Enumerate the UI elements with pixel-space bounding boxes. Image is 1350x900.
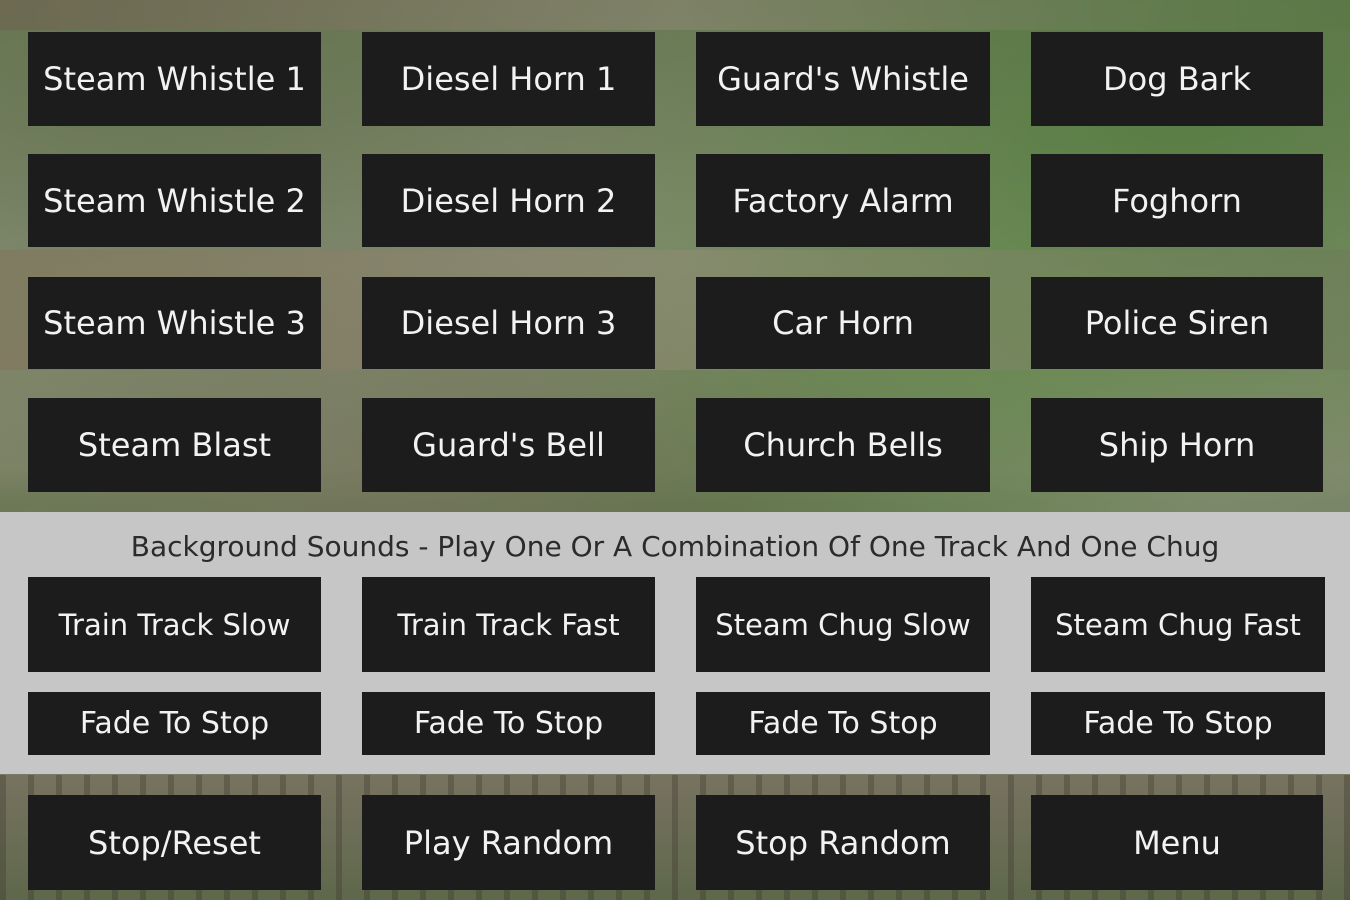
menu-button[interactable]: Menu	[1031, 795, 1323, 890]
guards-whistle-button[interactable]: Guard's Whistle	[696, 32, 990, 126]
background-scenery-roof	[0, 0, 1350, 30]
ship-horn-button[interactable]: Ship Horn	[1031, 398, 1323, 492]
fade-to-stop-button-3[interactable]: Fade To Stop	[696, 692, 990, 755]
train-track-fast-button[interactable]: Train Track Fast	[362, 577, 655, 672]
steam-whistle-3-button[interactable]: Steam Whistle 3	[28, 277, 321, 369]
stop-random-button[interactable]: Stop Random	[696, 795, 990, 890]
steam-whistle-1-button[interactable]: Steam Whistle 1	[28, 32, 321, 126]
car-horn-button[interactable]: Car Horn	[696, 277, 990, 369]
soundboard-screen: Steam Whistle 1 Diesel Horn 1 Guard's Wh…	[0, 0, 1350, 900]
fade-to-stop-button-4[interactable]: Fade To Stop	[1031, 692, 1325, 755]
train-track-slow-button[interactable]: Train Track Slow	[28, 577, 321, 672]
steam-chug-slow-button[interactable]: Steam Chug Slow	[696, 577, 990, 672]
police-siren-button[interactable]: Police Siren	[1031, 277, 1323, 369]
fade-to-stop-button-1[interactable]: Fade To Stop	[28, 692, 321, 755]
steam-blast-button[interactable]: Steam Blast	[28, 398, 321, 492]
background-sounds-title: Background Sounds - Play One Or A Combin…	[130, 529, 1220, 563]
steam-whistle-2-button[interactable]: Steam Whistle 2	[28, 154, 321, 247]
play-random-button[interactable]: Play Random	[362, 795, 655, 890]
diesel-horn-1-button[interactable]: Diesel Horn 1	[362, 32, 655, 126]
guards-bell-button[interactable]: Guard's Bell	[362, 398, 655, 492]
stop-reset-button[interactable]: Stop/Reset	[28, 795, 321, 890]
dog-bark-button[interactable]: Dog Bark	[1031, 32, 1323, 126]
diesel-horn-3-button[interactable]: Diesel Horn 3	[362, 277, 655, 369]
fade-to-stop-button-2[interactable]: Fade To Stop	[362, 692, 655, 755]
diesel-horn-2-button[interactable]: Diesel Horn 2	[362, 154, 655, 247]
church-bells-button[interactable]: Church Bells	[696, 398, 990, 492]
steam-chug-fast-button[interactable]: Steam Chug Fast	[1031, 577, 1325, 672]
factory-alarm-button[interactable]: Factory Alarm	[696, 154, 990, 247]
foghorn-button[interactable]: Foghorn	[1031, 154, 1323, 247]
